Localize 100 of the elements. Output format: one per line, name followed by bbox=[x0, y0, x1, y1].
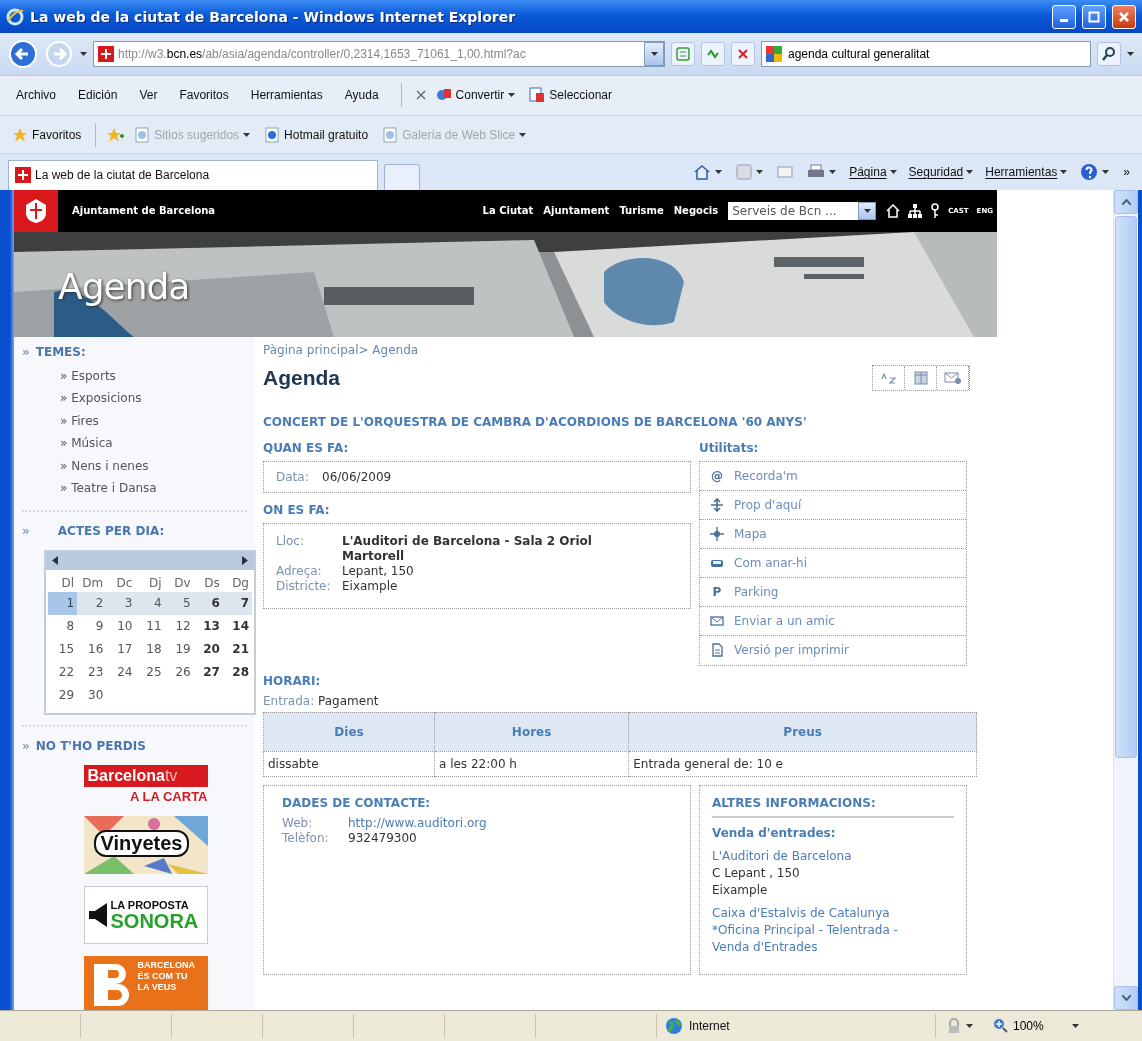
theme-link[interactable]: » Fires bbox=[60, 409, 255, 433]
nearby-icon bbox=[710, 497, 724, 512]
scroll-down-button[interactable] bbox=[1114, 985, 1138, 1010]
calendar-day[interactable]: 15 bbox=[48, 637, 78, 661]
theme-link[interactable]: » Teatre i Dansa bbox=[60, 477, 255, 500]
promo-logo[interactable]: Barcelonatv bbox=[83, 764, 208, 787]
favorites-bar-item[interactable]: Hotmail gratuito bbox=[260, 124, 373, 145]
columns-icon bbox=[913, 370, 928, 385]
calendar-day[interactable]: 9 bbox=[77, 614, 107, 638]
convert-button[interactable]: Convertir bbox=[431, 85, 520, 106]
close-button[interactable] bbox=[1112, 4, 1136, 29]
overflow-chevron[interactable]: » bbox=[1119, 162, 1134, 181]
nav-link[interactable]: Negocis bbox=[673, 205, 719, 217]
info-link[interactable]: Venda d'Entrades bbox=[712, 938, 954, 956]
city-logo[interactable] bbox=[14, 189, 58, 232]
nav-link[interactable]: Turisme bbox=[619, 205, 664, 217]
menu-item[interactable]: Herramientas bbox=[242, 86, 331, 105]
caret-icon bbox=[519, 132, 527, 137]
calendar-day[interactable]: 13 bbox=[193, 614, 223, 638]
services-select[interactable]: Serveis de Bcn ... bbox=[728, 201, 877, 220]
menu-item[interactable]: Favoritos bbox=[171, 86, 237, 105]
caret-icon bbox=[1102, 169, 1110, 174]
calendar-day[interactable]: 1 bbox=[48, 591, 78, 615]
calendar-day[interactable]: 17 bbox=[106, 637, 136, 661]
compatibility-button[interactable] bbox=[671, 42, 695, 66]
utility-link[interactable]: Mapa bbox=[700, 519, 966, 549]
utility-link[interactable]: @ Recorda'm bbox=[700, 461, 966, 491]
utility-link[interactable]: Prop d'aquí bbox=[700, 490, 966, 520]
theme-link[interactable]: » Música bbox=[60, 432, 255, 455]
command-menu[interactable]: Página bbox=[846, 162, 900, 181]
calendar-day[interactable]: 24 bbox=[106, 660, 136, 684]
refresh-button[interactable] bbox=[701, 42, 725, 66]
calendar-day[interactable]: 2 bbox=[77, 591, 107, 615]
scrollbar-thumb[interactable] bbox=[1115, 215, 1137, 758]
minimize-icon bbox=[1060, 19, 1068, 23]
calendar-day[interactable]: 23 bbox=[77, 660, 107, 684]
menu-item[interactable]: Archivo bbox=[8, 86, 64, 105]
calendar-day[interactable]: 3 bbox=[106, 591, 136, 615]
calendar-day[interactable]: 4 bbox=[135, 591, 165, 615]
calendar-day[interactable]: 25 bbox=[135, 660, 165, 684]
command-menu[interactable]: Herramientas bbox=[982, 162, 1071, 181]
zoom-button[interactable]: 100% bbox=[983, 1017, 1089, 1034]
calendar-day[interactable]: 14 bbox=[222, 614, 252, 638]
nav-link[interactable]: Ajuntament bbox=[543, 205, 610, 217]
stop-button[interactable] bbox=[731, 42, 755, 66]
promo-banner[interactable]: LA PROPOSTA SONORA bbox=[83, 885, 208, 944]
info-link[interactable]: Caixa d'Estalvis de Catalunya bbox=[712, 904, 954, 922]
menu-item[interactable]: Edición bbox=[70, 86, 126, 105]
minimize-button[interactable] bbox=[1052, 4, 1076, 29]
calendar-day[interactable]: 11 bbox=[135, 614, 165, 638]
calendar-day[interactable]: 20 bbox=[193, 637, 223, 661]
calendar-day[interactable]: 8 bbox=[48, 614, 78, 638]
scroll-up-button[interactable] bbox=[1114, 189, 1138, 214]
previous-month-button[interactable] bbox=[52, 556, 58, 566]
browser-tab[interactable]: La web de la ciutat de Barcelona bbox=[8, 159, 378, 190]
utility-link[interactable]: Versió per imprimir bbox=[700, 635, 966, 665]
add-favorite-icon[interactable] bbox=[106, 126, 125, 143]
utility-link[interactable]: Com anar-hi bbox=[700, 548, 966, 578]
calendar-day[interactable]: 10 bbox=[106, 614, 136, 638]
search-button[interactable] bbox=[1097, 42, 1121, 66]
window-title: La web de la ciutat de Barcelona - Windows Internet Explorer bbox=[30, 8, 517, 25]
calendar-day[interactable]: 30 bbox=[77, 683, 107, 707]
theme-link[interactable]: » Exposicions bbox=[60, 387, 255, 410]
address-field[interactable]: http://w3.bcn.es/ab/asia/agenda/controller/0,2314,1653_71061_1,00.html?ac bbox=[93, 41, 665, 67]
calendar-day[interactable]: 6 bbox=[193, 591, 223, 615]
command-menu[interactable]: Seguridad bbox=[905, 162, 977, 181]
next-month-button[interactable] bbox=[242, 556, 248, 566]
calendar-day[interactable]: 21 bbox=[222, 637, 252, 661]
theme-link[interactable]: » Nens i nenes bbox=[60, 454, 255, 478]
close-icon[interactable] bbox=[415, 90, 426, 101]
nav-link[interactable]: La Ciutat bbox=[482, 205, 534, 217]
calendar-day[interactable]: 27 bbox=[193, 660, 223, 684]
field-link[interactable]: http://www.auditori.org bbox=[348, 815, 672, 831]
calendar-day[interactable]: 18 bbox=[135, 637, 165, 661]
utility-link[interactable]: Enviar a un amic bbox=[700, 606, 966, 636]
calendar-day[interactable]: 28 bbox=[222, 660, 252, 684]
info-link[interactable]: *Oficina Principal - Telentrada - bbox=[712, 921, 954, 939]
calendar-day[interactable]: 16 bbox=[77, 637, 107, 661]
menu-item[interactable]: Ver bbox=[131, 86, 166, 105]
utility-link[interactable]: P Parking bbox=[700, 577, 966, 607]
maximize-button[interactable] bbox=[1082, 4, 1106, 29]
breadcrumb[interactable]: Pàgina principal> Agenda bbox=[263, 342, 988, 357]
favorites-button[interactable]: Favoritos bbox=[8, 124, 86, 145]
calendar-day[interactable]: 7 bbox=[222, 591, 252, 615]
home-icon[interactable] bbox=[886, 203, 901, 218]
calendar-day[interactable]: 22 bbox=[48, 660, 78, 684]
key-icon[interactable] bbox=[930, 202, 941, 219]
sitemap-icon[interactable] bbox=[908, 203, 923, 218]
info-link[interactable]: L'Auditori de Barcelona bbox=[712, 847, 954, 865]
calendar-day[interactable]: 26 bbox=[164, 660, 194, 684]
calendar-day[interactable]: 19 bbox=[164, 637, 194, 661]
select-button[interactable]: Seleccionar bbox=[525, 85, 616, 106]
calendar-day[interactable]: 5 bbox=[164, 591, 194, 615]
page-icon bbox=[264, 126, 281, 143]
menu-item[interactable]: Ayuda bbox=[336, 86, 387, 105]
calendar-day[interactable]: 29 bbox=[48, 683, 78, 707]
calendar-day[interactable]: 12 bbox=[164, 614, 194, 638]
theme-link[interactable]: » Esports bbox=[60, 364, 255, 388]
search-field[interactable]: agenda cultural generalitat bbox=[761, 41, 1091, 67]
back-button[interactable] bbox=[8, 39, 38, 69]
